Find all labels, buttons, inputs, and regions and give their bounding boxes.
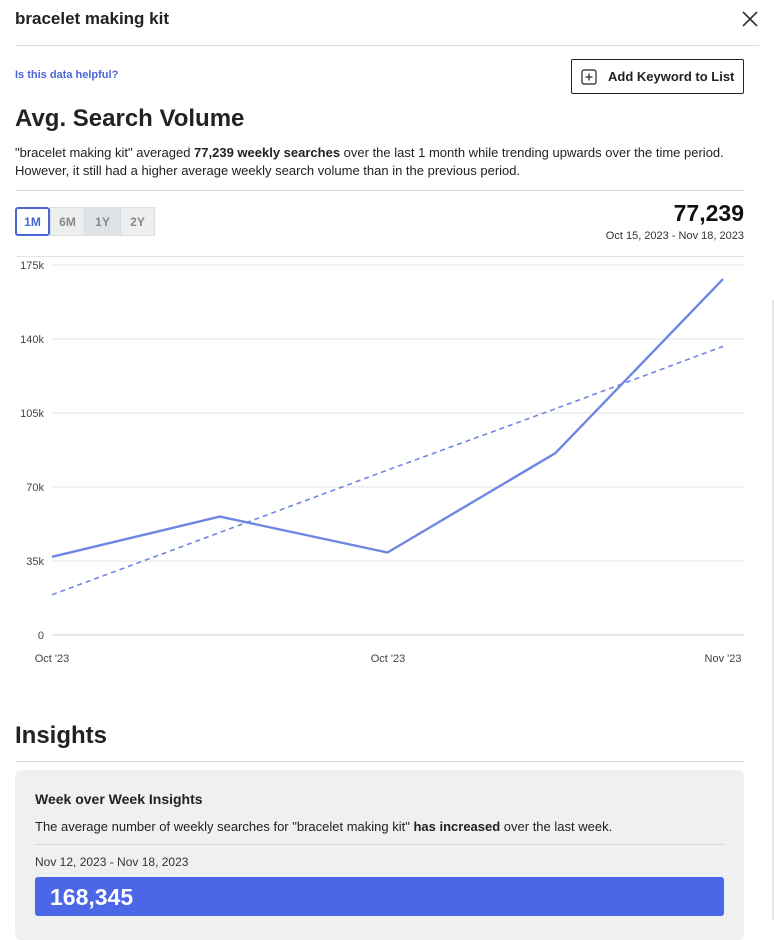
search-volume-summary: "bracelet making kit" averaged 77,239 we… <box>15 144 744 180</box>
insights-title: Insights <box>15 722 108 749</box>
y-tick-label: 0 <box>38 630 44 642</box>
divider <box>15 190 744 191</box>
card-text-pre: The average number of weekly searches fo… <box>35 819 414 834</box>
tab-6m[interactable]: 6M <box>50 207 85 236</box>
y-tick-label: 140k <box>20 334 44 346</box>
plus-box-icon <box>581 68 597 85</box>
card-text-post: over the last week. <box>500 819 613 834</box>
search-volume-chart: 0 35k 70k 105k 140k 175k Oct '23 Oct '23 Nov '23 <box>20 260 744 665</box>
y-tick-label: 105k <box>20 408 44 420</box>
x-tick-label: Nov '23 <box>705 653 742 665</box>
y-tick-label: 35k <box>26 556 44 568</box>
search-volume-line <box>51 278 724 558</box>
card-dates: Nov 12, 2023 - Nov 18, 2023 <box>35 855 189 869</box>
tab-2y[interactable]: 2Y <box>120 207 155 236</box>
divider <box>35 844 724 845</box>
y-tick-label: 70k <box>26 482 44 494</box>
weekly-value: 168,345 <box>50 884 134 910</box>
add-keyword-button[interactable]: Add Keyword to List <box>571 59 744 94</box>
average-value: 77,239 <box>673 200 744 226</box>
keyword-title: bracelet making kit <box>15 9 170 28</box>
y-tick-label: 175k <box>20 260 44 272</box>
card-title: Week over Week Insights <box>35 791 203 807</box>
x-tick-label: Oct '23 <box>35 653 70 665</box>
add-keyword-label: Add Keyword to List <box>608 69 735 84</box>
card-text-bold: has increased <box>413 819 501 834</box>
tab-1m[interactable]: 1M <box>15 207 50 236</box>
summary-bold: 77,239 weekly searches <box>194 145 341 160</box>
card-text: The average number of weekly searches fo… <box>35 819 612 834</box>
x-tick-label: Oct '23 <box>371 653 406 665</box>
range-tabs: 1M 6M 1Y 2Y <box>15 207 155 236</box>
weekly-value-bar: 168,345 <box>35 877 724 916</box>
header: bracelet making kit <box>15 0 759 46</box>
week-over-week-card: Week over Week Insights The average numb… <box>15 770 744 940</box>
tab-1y[interactable]: 1Y <box>85 207 120 236</box>
divider <box>15 761 744 762</box>
search-volume-title: Avg. Search Volume <box>15 105 245 132</box>
data-helpful-link[interactable]: Is this data helpful? <box>15 69 118 81</box>
close-icon[interactable] <box>741 10 759 28</box>
date-range: Oct 15, 2023 - Nov 18, 2023 <box>605 230 744 242</box>
summary-pre: "bracelet making kit" averaged <box>15 145 195 160</box>
